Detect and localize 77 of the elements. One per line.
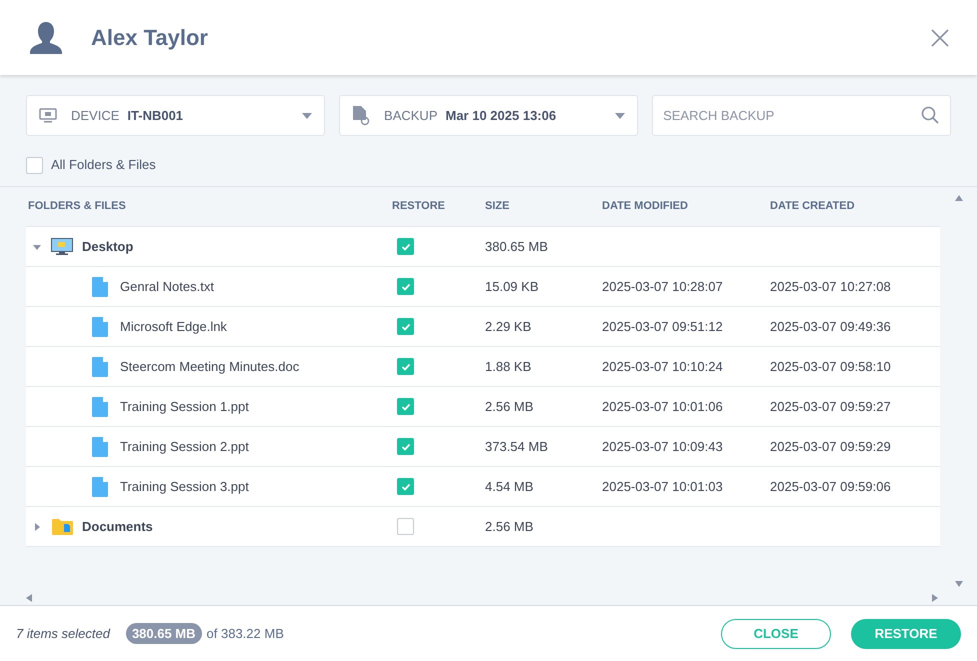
caret-down-icon (302, 112, 312, 118)
modified-cell: 2025-03-07 10:09:43 (602, 438, 723, 454)
check-icon (400, 282, 410, 290)
all-checkbox-label: All Folders & Files (51, 156, 156, 174)
restore-checkbox[interactable] (397, 398, 414, 415)
check-icon (400, 482, 410, 490)
modified-cell: 2025-03-07 09:51:12 (602, 318, 723, 334)
created-cell: 2025-03-07 09:58:10 (770, 358, 891, 374)
restore-checkbox[interactable] (397, 438, 414, 455)
file-icon (92, 356, 108, 376)
size-cell: 1.88 KB (485, 358, 532, 374)
column-header: DATE CREATED (770, 200, 855, 212)
check-icon (400, 362, 410, 370)
check-icon (400, 402, 410, 410)
search-icon[interactable] (921, 106, 939, 124)
file-icon (92, 436, 108, 456)
restore-checkbox[interactable] (397, 278, 414, 295)
row-name: Training Session 1.ppt (120, 398, 249, 416)
row-name: Training Session 3.ppt (120, 478, 249, 496)
restore-checkbox[interactable] (397, 238, 414, 255)
file-icon (92, 316, 108, 336)
size-cell: 2.56 MB (485, 518, 534, 534)
size-cell: 2.29 KB (485, 318, 532, 334)
scroll-up-icon[interactable] (954, 195, 962, 201)
row-name: Microsoft Edge.lnk (120, 318, 227, 336)
scroll-left-icon[interactable] (26, 594, 32, 602)
scroll-down-icon[interactable] (954, 581, 962, 587)
size-cell: 15.09 KB (485, 278, 538, 294)
row-name: Desktop (82, 238, 134, 256)
monitor-icon (51, 238, 73, 255)
device-dropdown[interactable]: DEVICE IT-NB001 (26, 95, 326, 136)
size-cell: 2.56 MB (485, 398, 534, 414)
column-header: FOLDERS & FILES (28, 200, 126, 212)
check-icon (400, 242, 410, 250)
all-checkbox[interactable] (26, 156, 43, 174)
created-cell: 2025-03-07 09:59:06 (770, 478, 891, 494)
created-cell: 2025-03-07 09:59:27 (770, 398, 891, 414)
check-icon (400, 442, 410, 450)
monitor-icon (39, 108, 57, 124)
size-cell: 373.54 MB (485, 438, 548, 454)
scroll-right-icon[interactable] (932, 594, 938, 602)
search-field[interactable]: SEARCH BACKUP (652, 95, 951, 136)
size-cell: 380.65 MB (485, 238, 548, 254)
restore-checkbox[interactable] (397, 478, 414, 495)
row-name: Steercom Meeting Minutes.doc (120, 358, 300, 376)
modified-cell: 2025-03-07 10:28:07 (602, 278, 723, 294)
file-icon (92, 476, 108, 496)
file-icon (92, 276, 108, 296)
row-name: Genral Notes.txt (120, 278, 214, 296)
file-icon (92, 396, 108, 416)
selected-count: 7 items selected (16, 624, 110, 643)
check-icon (400, 322, 410, 330)
column-header: SIZE (485, 200, 510, 212)
caret-right-icon[interactable] (32, 522, 42, 532)
caret-down-icon (615, 112, 626, 118)
modified-cell: 2025-03-07 10:01:03 (602, 478, 723, 494)
selected-size-badge: 380.65 MB (126, 622, 202, 644)
size-cell: 4.54 MB (485, 478, 534, 494)
user-name: Alex Taylor (91, 24, 208, 52)
created-cell: 2025-03-07 10:27:08 (770, 278, 891, 294)
folder-icon (52, 518, 72, 535)
created-cell: 2025-03-07 09:49:36 (770, 318, 891, 334)
modified-cell: 2025-03-07 10:01:06 (602, 398, 723, 414)
backup-dropdown[interactable]: BACKUP Mar 10 2025 13:06 (339, 95, 638, 136)
modified-cell: 2025-03-07 10:10:24 (602, 358, 723, 374)
close-icon[interactable] (931, 28, 949, 46)
created-cell: 2025-03-07 09:59:29 (770, 438, 891, 454)
restore-checkbox[interactable] (397, 318, 414, 335)
row-name: Documents (82, 518, 153, 536)
row-name: Training Session 2.ppt (120, 438, 249, 456)
column-header: DATE MODIFIED (602, 200, 688, 212)
restore-checkbox[interactable] (397, 518, 414, 535)
total-size: of 383.22 MB (206, 624, 284, 643)
file-restore-icon (352, 106, 370, 126)
restore-checkbox[interactable] (397, 358, 414, 375)
user-silhouette-icon (28, 20, 64, 56)
column-header: RESTORE (392, 200, 445, 212)
